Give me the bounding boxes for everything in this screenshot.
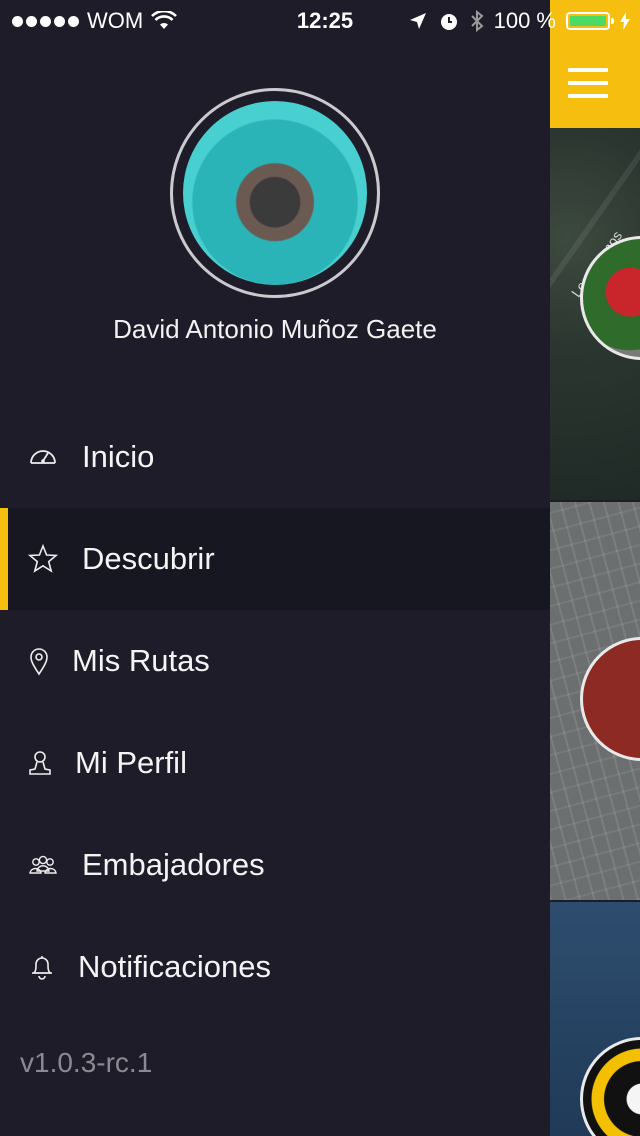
navigation-drawer: David Antonio Muñoz Gaete Inicio Descubr… [0, 0, 550, 1136]
profile-avatar[interactable] [170, 88, 380, 298]
drawer-menu: Inicio Descubrir Mis Rutas Mi Perfil Emb… [0, 406, 550, 1018]
speedometer-icon [30, 450, 56, 464]
menu-item-inicio[interactable]: Inicio [0, 406, 550, 508]
menu-item-mis-rutas[interactable]: Mis Rutas [0, 610, 550, 712]
battery-percentage: 100 % [493, 8, 556, 33]
menu-item-label: Notificaciones [78, 949, 271, 984]
menu-item-label: Mis Rutas [72, 643, 210, 678]
menu-item-label: Mi Perfil [75, 745, 187, 780]
location-pin-icon [30, 648, 48, 676]
ambassador-avatar [580, 1037, 640, 1136]
menu-item-label: Descubrir [82, 541, 215, 576]
menu-item-notificaciones[interactable]: Notificaciones [0, 916, 550, 1018]
menu-item-embajadores[interactable]: Embajadores [0, 814, 550, 916]
underlying-screen: Los Pitumos [550, 0, 640, 1136]
ambassador-avatar [580, 236, 640, 360]
route-card[interactable] [550, 902, 640, 1136]
battery-icon [566, 12, 614, 30]
profile-name: David Antonio Muñoz Gaete [113, 314, 437, 344]
status-right: 100 % [408, 8, 630, 34]
bell-icon [32, 956, 52, 980]
menu-item-label: Embajadores [82, 847, 265, 882]
status-bar: WOM 12:25 100 % [0, 0, 640, 40]
charging-bolt-icon [620, 12, 630, 30]
star-icon [28, 544, 58, 573]
menu-item-descubrir[interactable]: Descubrir [0, 508, 550, 610]
route-card[interactable]: Los Pitumos [550, 128, 640, 500]
profile-photo-image [183, 101, 367, 285]
menu-item-label: Inicio [82, 439, 155, 474]
hamburger-menu-icon[interactable] [568, 68, 608, 98]
ambassador-avatar [580, 637, 640, 761]
bluetooth-icon [470, 10, 484, 32]
app-version: v1.0.3-rc.1 [20, 1047, 153, 1078]
alarm-clock-icon [440, 14, 457, 30]
menu-item-mi-perfil[interactable]: Mi Perfil [0, 712, 550, 814]
user-icon [29, 751, 51, 775]
group-icon [29, 855, 57, 874]
location-arrow-icon [409, 13, 426, 29]
route-card[interactable] [550, 502, 640, 900]
